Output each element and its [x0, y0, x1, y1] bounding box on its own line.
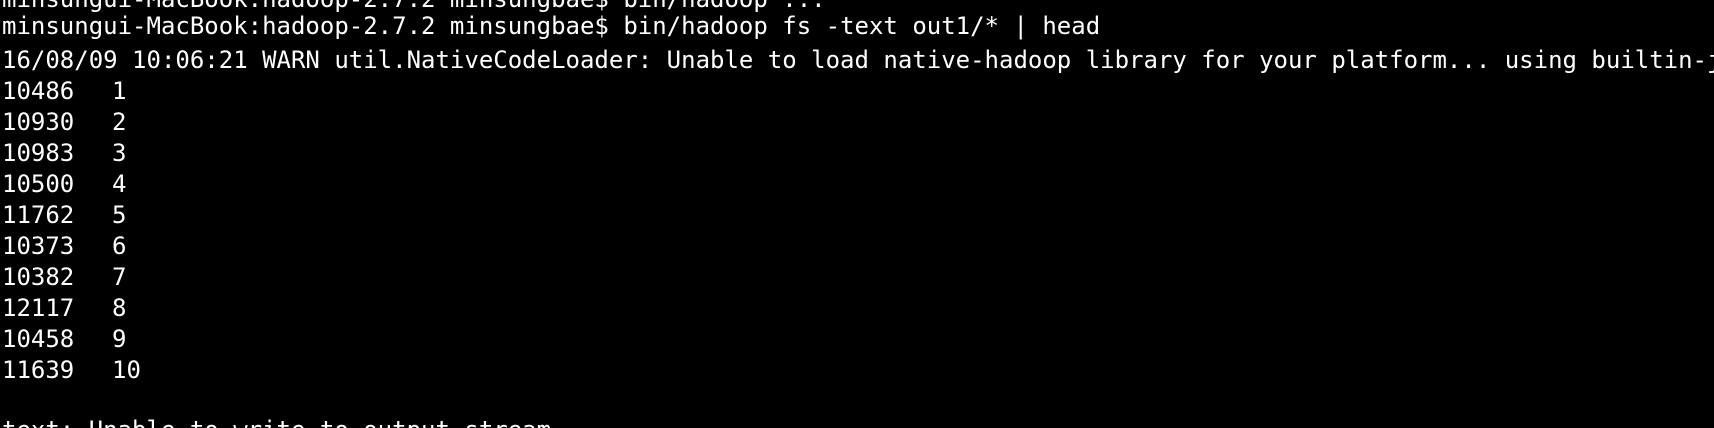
output-row: 11762 5 [2, 198, 126, 232]
warning-message: 16/08/09 10:06:21 WARN util.NativeCodeLo… [2, 46, 1714, 74]
output-row: 10382 7 [2, 260, 126, 294]
output-key: 10486 [2, 77, 75, 105]
output-value: 2 [112, 108, 127, 136]
output-key: 10983 [2, 139, 75, 167]
output-row: 10983 3 [2, 136, 126, 170]
output-value: 1 [112, 77, 127, 105]
output-value: 7 [112, 263, 127, 291]
output-key: 11639 [2, 356, 75, 384]
output-key: 10500 [2, 170, 75, 198]
output-value: 6 [112, 232, 127, 260]
output-value: 10 [112, 356, 141, 384]
clipped-bottom-line: text: Unable to write to output stream. [2, 413, 566, 428]
output-row: 10500 4 [2, 167, 126, 201]
output-value: 9 [112, 325, 127, 353]
output-value: 8 [112, 294, 127, 322]
output-row: 10458 9 [2, 322, 126, 356]
terminal-window[interactable]: minsungui-MacBook:hadoop-2.7.2 minsungba… [0, 0, 1714, 428]
output-value: 4 [112, 170, 127, 198]
output-key: 11762 [2, 201, 75, 229]
output-key: 10382 [2, 263, 75, 291]
output-row: 11639 10 [2, 353, 141, 387]
output-value: 5 [112, 201, 127, 229]
output-row: 12117 8 [2, 291, 126, 325]
command-text: bin/hadoop fs -text out1/* | head [623, 12, 1101, 40]
output-row: 10486 1 [2, 74, 126, 108]
output-row: 10373 6 [2, 229, 126, 263]
output-row: 10930 2 [2, 105, 126, 139]
output-value: 3 [112, 139, 127, 167]
output-key: 10373 [2, 232, 75, 260]
shell-prompt: minsungui-MacBook:hadoop-2.7.2 minsungba… [2, 12, 609, 40]
output-key: 10930 [2, 108, 75, 136]
command-line: minsungui-MacBook:hadoop-2.7.2 minsungba… [2, 9, 1100, 43]
output-key: 10458 [2, 325, 75, 353]
output-key: 12117 [2, 294, 75, 322]
